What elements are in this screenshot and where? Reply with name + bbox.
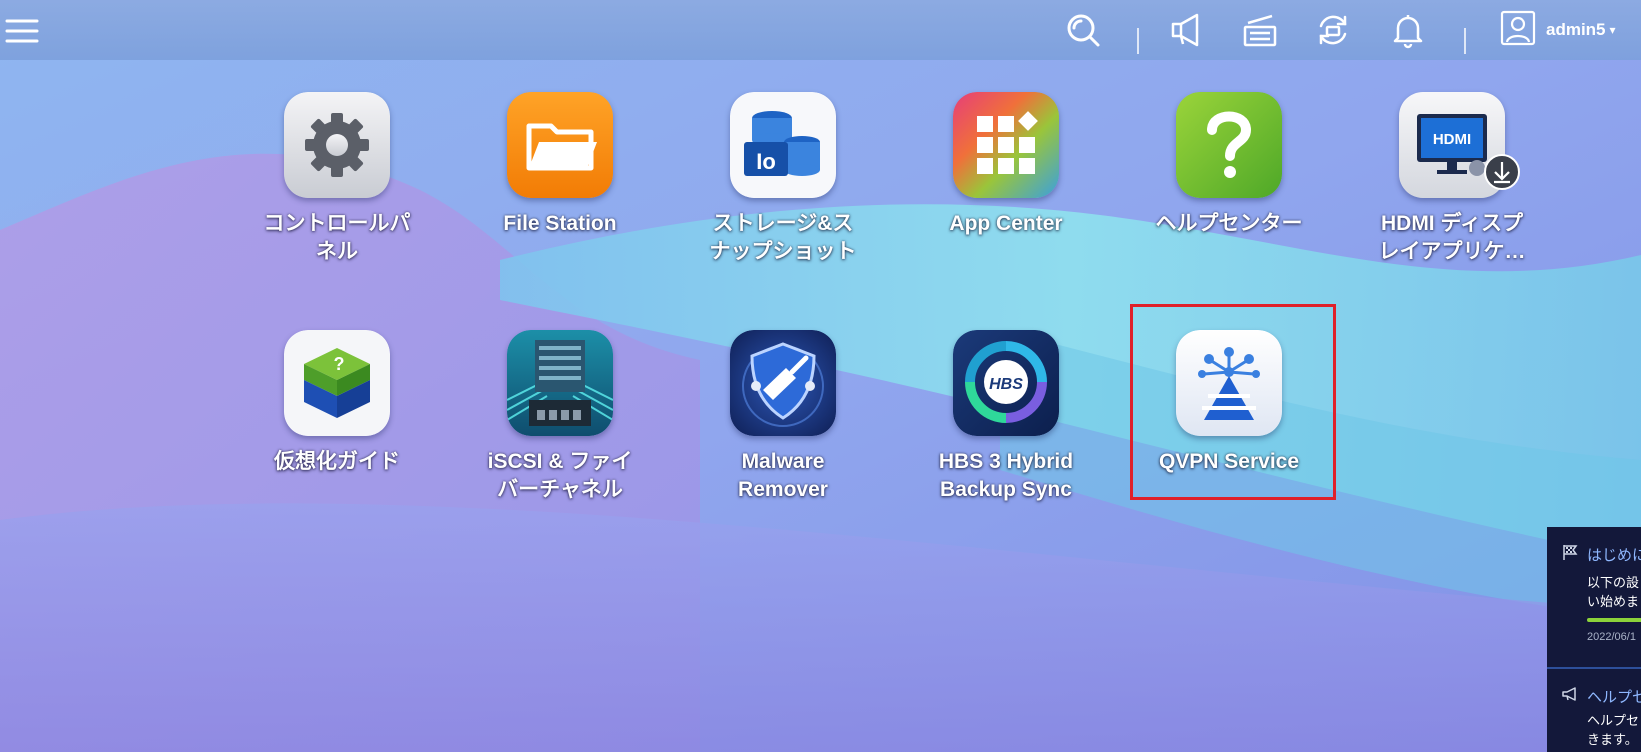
app-label: ヘルプセンター (1155, 212, 1303, 235)
app-help-center[interactable]: ヘルプセンター (1129, 92, 1329, 238)
app-malware-remover[interactable]: Malware Remover (683, 330, 883, 504)
search-icon[interactable] (1061, 8, 1105, 52)
svg-text:HDMI: HDMI (1433, 131, 1471, 148)
iscsi-server-icon (507, 330, 613, 436)
notification-title: ヘルプセ (1587, 688, 1641, 706)
virtualization-cube-icon: ? (284, 330, 390, 436)
flag-icon (1561, 543, 1587, 565)
notification-item[interactable]: ヘルプセ ヘルプセ きます。 (1547, 667, 1641, 752)
top-bar: admin5 ▾ (0, 0, 1641, 60)
app-control-panel[interactable]: コントロールパ ネル (237, 92, 437, 266)
question-icon (1176, 92, 1282, 198)
task-status-icon[interactable] (1238, 8, 1282, 52)
megaphone-icon[interactable] (1165, 8, 1209, 52)
toolbar-divider (1464, 28, 1466, 54)
svg-text:Io: Io (756, 149, 776, 174)
hdmi-monitor-icon: HDMI (1399, 92, 1520, 198)
app-storage-snapshots[interactable]: Io ストレージ&ス ナップショット (683, 92, 883, 266)
svg-text:HBS: HBS (989, 376, 1023, 393)
app-app-center[interactable]: App Center (906, 92, 1106, 238)
app-label: 仮想化ガイド (274, 450, 400, 473)
app-label: App Center (949, 212, 1063, 235)
sync-icon[interactable] (1311, 8, 1355, 52)
app-hbs3-backup[interactable]: HBS HBS 3 Hybrid Backup Sync (906, 330, 1106, 504)
app-label: ストレージ&ス ナップショット (709, 212, 857, 263)
user-menu[interactable]: admin5 ▾ (1500, 10, 1616, 50)
svg-text:?: ? (334, 354, 345, 374)
app-hdmi-display[interactable]: HDMI HDMI ディスプ レイアプリケ… (1352, 92, 1552, 266)
app-qvpn-service[interactable]: QVPN Service (1129, 330, 1329, 476)
user-avatar-icon (1500, 10, 1536, 51)
app-label: QVPN Service (1158, 450, 1300, 473)
folder-icon (507, 92, 613, 198)
app-virtualization-guide[interactable]: ? 仮想化ガイド (237, 330, 437, 476)
app-label: File Station (503, 212, 617, 235)
megaphone-icon (1561, 685, 1587, 707)
vpn-network-icon (1176, 330, 1282, 436)
storage-icon: Io (730, 92, 836, 198)
progress-bar (1587, 618, 1641, 622)
toolbar-divider (1137, 28, 1139, 54)
hbs-backup-icon: HBS (953, 330, 1059, 436)
app-label: コントロールパ ネル (263, 212, 411, 263)
app-label: Malware Remover (738, 450, 828, 501)
chevron-down-icon: ▾ (1609, 23, 1616, 37)
app-label: iSCSI & ファイ バーチャネル (487, 450, 633, 501)
notification-item[interactable]: はじめに 以下の設 い始めま 2022/06/1 (1547, 527, 1641, 667)
shield-broom-icon (730, 330, 836, 436)
gear-icon (284, 92, 390, 198)
notification-body: ヘルプセ きます。 (1587, 713, 1640, 747)
username: admin5 (1546, 20, 1606, 39)
notification-body: 以下の設 い始めま (1587, 575, 1640, 609)
notification-panel: はじめに 以下の設 い始めま 2022/06/1 ヘルプセ ヘルプセ きます。 (1547, 527, 1641, 752)
notification-date: 2022/06/1 (1587, 631, 1636, 643)
bell-icon[interactable] (1386, 8, 1430, 52)
app-grid-icon (953, 92, 1059, 198)
notification-title: はじめに (1587, 546, 1641, 564)
hamburger-menu-icon[interactable] (0, 8, 44, 52)
app-label: HDMI ディスプ レイアプリケ… (1378, 212, 1526, 263)
app-label: HBS 3 Hybrid Backup Sync (938, 450, 1074, 501)
app-iscsi-fibre-channel[interactable]: iSCSI & ファイ バーチャネル (460, 330, 660, 504)
app-file-station[interactable]: File Station (460, 92, 660, 238)
